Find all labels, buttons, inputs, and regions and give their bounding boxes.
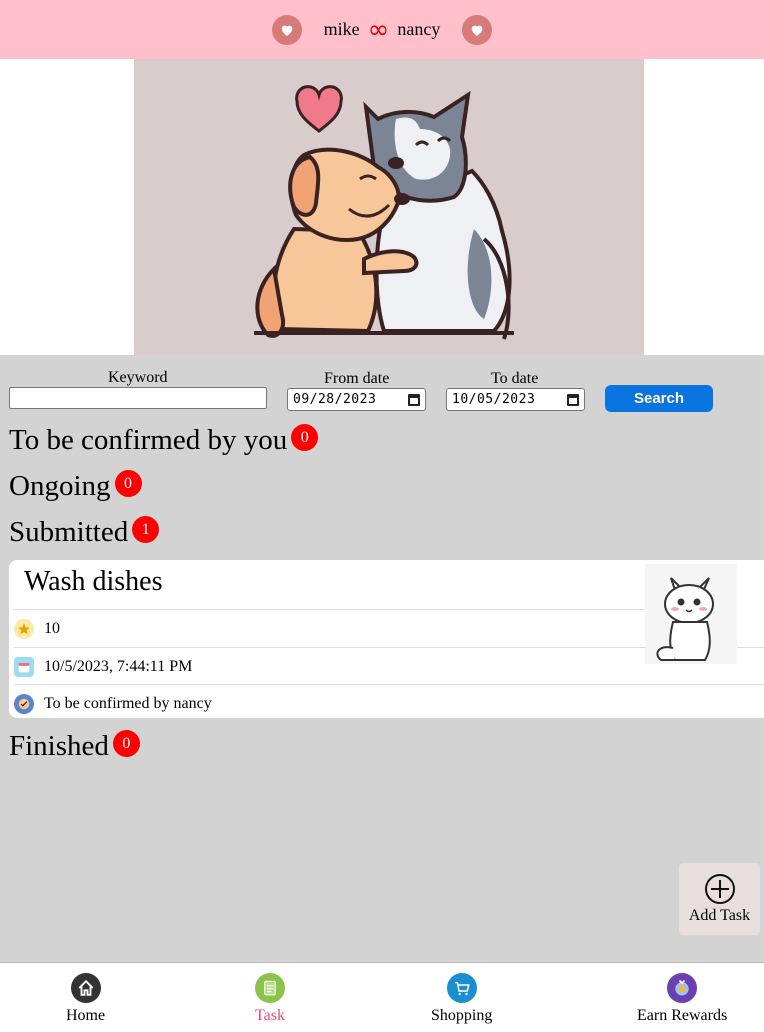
task-points: 10 <box>44 619 60 637</box>
add-task-label: Add Task <box>688 906 751 924</box>
task-status: To be confirmed by nancy <box>44 694 212 712</box>
home-icon <box>70 973 101 1003</box>
section-title: To be confirmed by you <box>9 424 288 456</box>
section-submitted[interactable]: Submitted 1 <box>9 516 160 549</box>
nav-task-label: Task <box>255 1007 285 1024</box>
top-header: mike ∞ nancy <box>0 0 764 59</box>
section-to-be-confirmed[interactable]: To be confirmed by you 0 <box>9 424 319 457</box>
cat-image <box>645 564 737 664</box>
count-badge: 0 <box>114 470 142 497</box>
task-status-row: To be confirmed by nancy <box>14 684 764 718</box>
nav-home-label: Home <box>66 1007 106 1024</box>
keyword-input[interactable] <box>9 387 267 409</box>
rewards-icon <box>667 973 698 1003</box>
user-name-left: mike <box>323 19 360 39</box>
calendar-icon[interactable] <box>408 393 420 406</box>
add-task-button[interactable]: Add Task <box>679 863 760 935</box>
shopping-cart-icon <box>446 973 477 1003</box>
bottom-navigation: Home Task Shopping Earn Rewards <box>0 962 764 1032</box>
keyword-label: Keyword <box>108 369 168 386</box>
nav-earn-rewards[interactable]: Earn Rewards <box>637 973 727 1025</box>
from-date-input[interactable]: 09/28/2023 <box>287 388 426 411</box>
section-title: Submitted <box>9 516 129 548</box>
search-button[interactable]: Search <box>605 385 713 412</box>
hero-area <box>0 59 764 355</box>
infinity-icon: ∞ <box>367 14 390 45</box>
count-badge: 0 <box>112 730 140 757</box>
search-filters: Keyword From date 09/28/2023 To date 10/… <box>0 355 764 417</box>
from-date-value: 09/28/2023 <box>293 392 377 407</box>
task-card[interactable]: Wash dishes 10 10/5/2023, 7:44:11 PM To … <box>9 560 764 718</box>
section-finished[interactable]: Finished 0 <box>9 730 140 763</box>
count-badge: 0 <box>291 424 319 451</box>
count-badge: 1 <box>132 516 160 543</box>
task-icon <box>255 973 285 1003</box>
section-title: Ongoing <box>9 470 111 502</box>
section-ongoing[interactable]: Ongoing 0 <box>9 470 142 503</box>
task-date: 10/5/2023, 7:44:11 PM <box>44 657 193 675</box>
nav-home[interactable]: Home <box>66 973 105 1025</box>
nav-shopping-label: Shopping <box>431 1007 493 1024</box>
to-date-label: To date <box>491 370 539 387</box>
task-points-row: 10 <box>14 609 647 647</box>
star-icon <box>14 618 34 639</box>
nav-rewards-label: Earn Rewards <box>637 1007 728 1024</box>
plus-circle-icon <box>704 873 735 904</box>
heart-icon <box>462 14 493 45</box>
from-date-label: From date <box>324 370 390 387</box>
heart-icon <box>271 14 302 45</box>
calendar-icon[interactable] <box>567 393 579 406</box>
nav-task[interactable]: Task <box>255 973 285 1025</box>
user-name-right: nancy <box>397 19 441 39</box>
nav-shopping[interactable]: Shopping <box>431 973 492 1025</box>
calendar-icon <box>14 656 34 677</box>
status-icon <box>14 693 34 714</box>
dogs-illustration <box>134 59 644 355</box>
to-date-value: 10/05/2023 <box>452 392 536 407</box>
to-date-input[interactable]: 10/05/2023 <box>446 388 585 411</box>
task-title: Wash dishes <box>24 566 163 597</box>
section-title: Finished <box>9 730 109 762</box>
couple-names: mike ∞ nancy <box>324 17 441 43</box>
